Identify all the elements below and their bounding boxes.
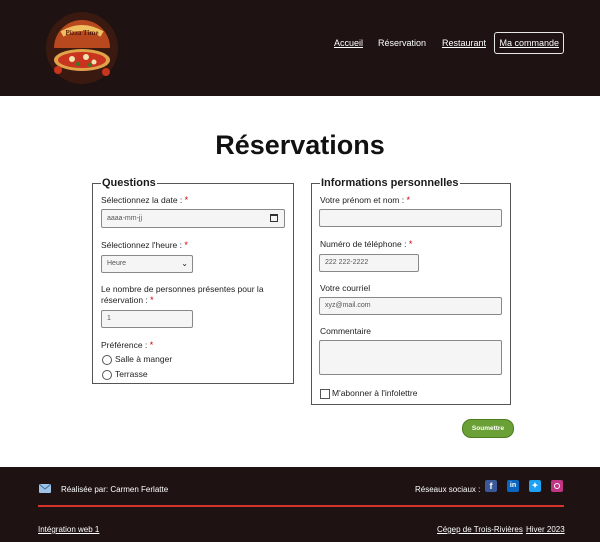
questions-legend: Questions	[102, 177, 156, 189]
nav-accueil-link[interactable]: Accueil	[334, 38, 363, 48]
mail-icon[interactable]	[39, 484, 51, 493]
comment-textarea[interactable]	[319, 340, 502, 375]
name-input[interactable]	[319, 209, 502, 227]
facebook-icon[interactable]: f	[485, 480, 497, 492]
chevron-down-icon: ⌄	[181, 259, 188, 268]
required-mark: *	[184, 240, 188, 250]
nav-ma-commande-button[interactable]: Ma commande	[494, 32, 564, 54]
linkedin-icon[interactable]: in	[507, 480, 519, 492]
twitter-icon[interactable]: ✦	[529, 480, 541, 492]
required-mark: *	[149, 340, 154, 350]
nav-restaurant-link[interactable]: Restaurant	[442, 38, 486, 48]
required-mark: *	[184, 195, 189, 205]
phone-label: Numéro de téléphone : *	[320, 239, 413, 249]
date-label: Sélectionnez la date : *	[101, 195, 189, 205]
radio-terrasse[interactable]	[102, 370, 112, 380]
people-count-input[interactable]: 1	[101, 310, 193, 328]
footer-divider	[38, 505, 564, 507]
people-label: Le nombre de personnes présentes pour la…	[101, 284, 264, 305]
site-footer: Réalisée par: Carmen Ferlatte Réseaux so…	[0, 467, 600, 542]
page-title: Réservations	[215, 130, 385, 160]
required-mark: *	[406, 195, 410, 205]
comment-label: Commentaire	[320, 326, 372, 336]
email-label: Votre courriel	[320, 283, 371, 293]
site-header: Pizza Time Accueil Réservation Restauran…	[0, 0, 600, 96]
phone-input[interactable]: 222 222-2222	[319, 254, 419, 272]
course-link[interactable]: Intégration web 1	[38, 525, 99, 534]
radio-terrasse-label: Terrasse	[115, 369, 148, 379]
required-mark: *	[408, 239, 413, 249]
email-input[interactable]: xyz@mail.com	[319, 297, 502, 315]
required-mark: *	[150, 295, 154, 305]
social-label: Réseaux sociaux :	[415, 485, 481, 494]
pizza-time-logo[interactable]: Pizza Time	[40, 8, 124, 88]
date-input[interactable]: aaaa-mm-jj	[101, 209, 285, 228]
name-label: Votre prénom et nom : *	[320, 195, 410, 205]
calendar-icon[interactable]	[270, 214, 278, 222]
nav-reservation-link[interactable]: Réservation	[378, 38, 426, 48]
time-label: Sélectionnez l'heure : *	[101, 240, 188, 250]
instagram-icon[interactable]	[551, 480, 563, 492]
newsletter-label: M'abonner à l'infolettre	[332, 388, 418, 398]
school-link[interactable]: Cégep de Trois-Rivières	[437, 525, 523, 534]
personal-info-legend: Informations personnelles	[321, 177, 459, 189]
author-credit: Réalisée par: Carmen Ferlatte	[61, 485, 169, 494]
radio-salle[interactable]	[102, 355, 112, 365]
svg-text:Pizza Time: Pizza Time	[66, 29, 99, 37]
term-link[interactable]: Hiver 2023	[526, 525, 565, 534]
submit-button[interactable]: Soumettre	[462, 419, 514, 438]
preference-label: Préférence : *	[101, 340, 154, 350]
newsletter-checkbox[interactable]	[320, 389, 330, 399]
radio-salle-label: Salle à manger	[115, 354, 173, 364]
time-select[interactable]: Heure ⌄	[101, 255, 193, 273]
